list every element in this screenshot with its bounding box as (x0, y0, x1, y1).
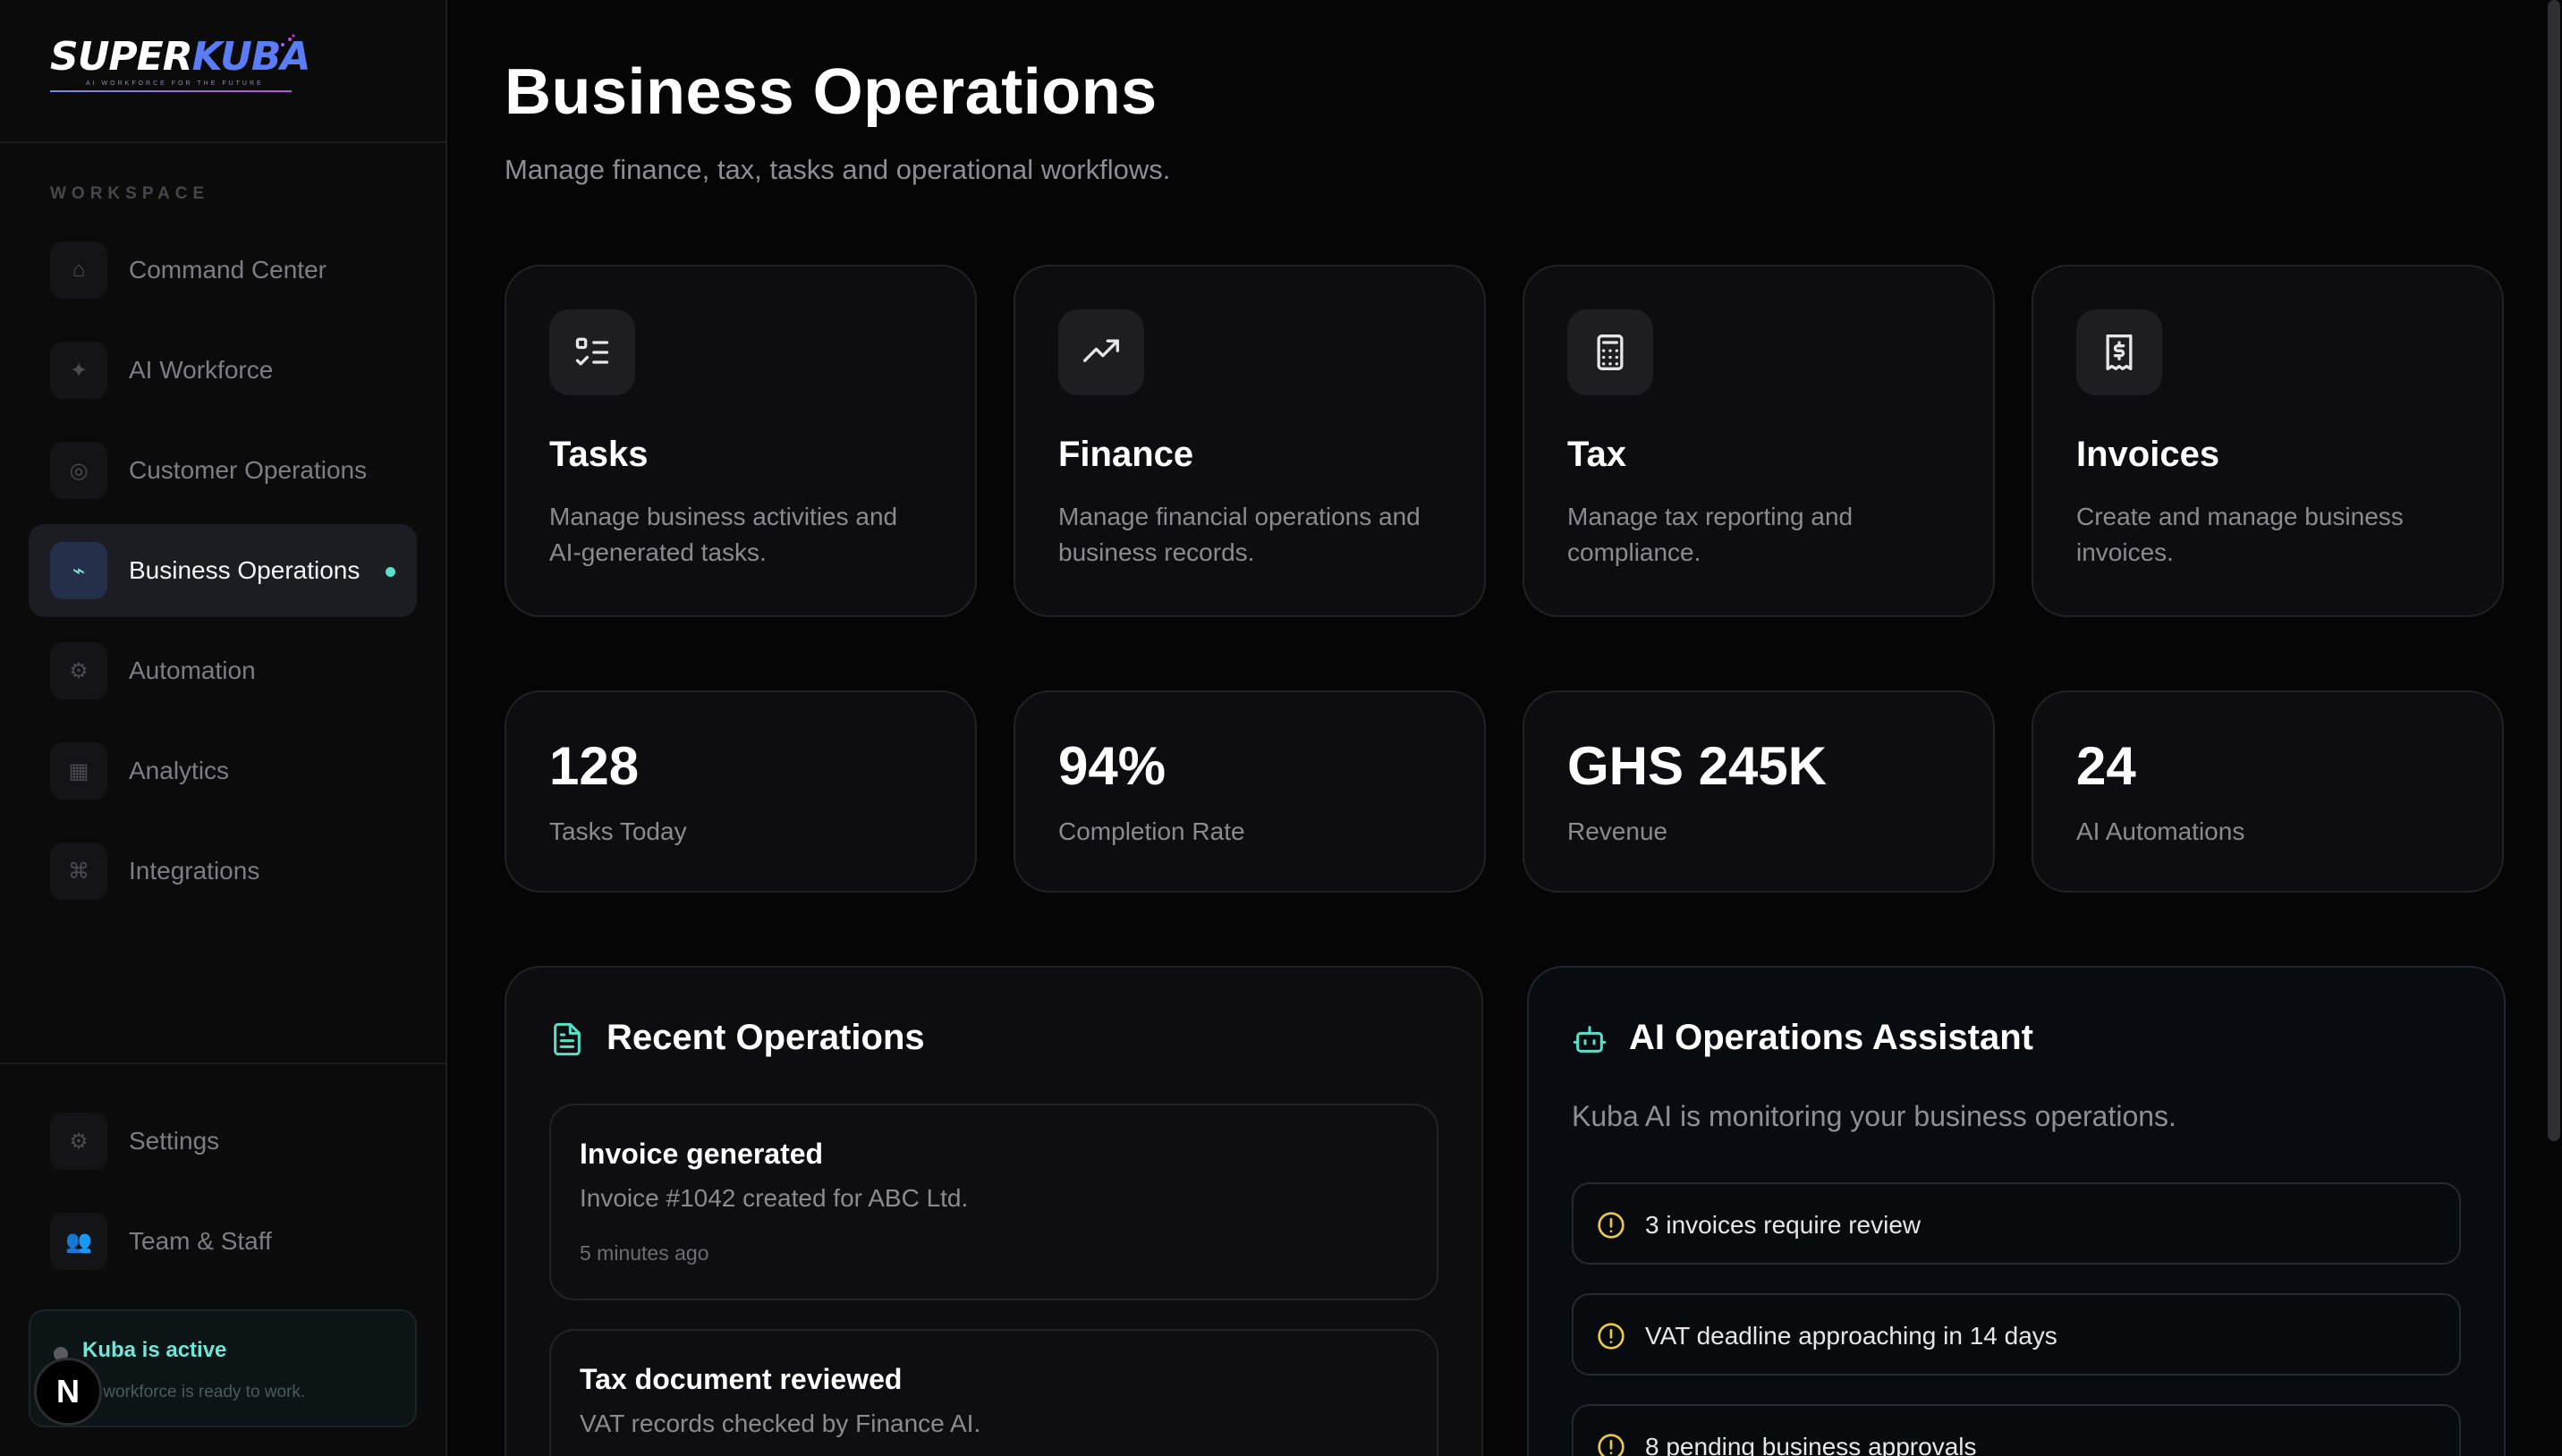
sidebar-item-label: AI Workforce (129, 356, 274, 384)
main-content: Business Operations Manage finance, tax,… (449, 0, 2546, 1456)
sidebar-item-label: Team & Staff (129, 1227, 272, 1255)
receipt-dollar-icon (2076, 309, 2162, 395)
sidebar-item-command-center[interactable]: ⌂ Command Center (29, 224, 417, 317)
alert-circle-icon (1598, 1434, 1625, 1456)
recent-operations-panel: Recent Operations Invoice generated Invo… (505, 966, 1483, 1456)
people-icon: 👥 (50, 1213, 107, 1270)
gear-icon: ⚙ (50, 1113, 107, 1170)
sidebar-item-team-staff[interactable]: 👥 Team & Staff (29, 1195, 417, 1288)
sidebar-divider (0, 1062, 447, 1064)
operation-title: Invoice generated (580, 1138, 824, 1170)
operation-description: VAT records checked by Finance AI. (580, 1409, 981, 1437)
operation-title: Tax document reviewed (580, 1363, 903, 1395)
calculator-icon (1567, 309, 1653, 395)
n-badge-button[interactable]: N (34, 1358, 102, 1426)
superkuba-logo[interactable]: SUPERKUBA (50, 36, 445, 79)
chart-icon: ▦ (50, 742, 107, 800)
active-indicator-dot (386, 567, 395, 577)
card-title: Tasks (549, 435, 649, 474)
logo-tagline: AI WORKFORCE FOR THE FUTURE (86, 80, 264, 87)
gear-icon: ⚙ (50, 642, 107, 699)
stat-completion-rate: 94% Completion Rate (1014, 690, 1486, 893)
sidebar-item-integrations[interactable]: ⌘ Integrations (29, 825, 417, 918)
command-icon: ⌘ (50, 842, 107, 900)
sidebar-item-label: Business Operations (129, 556, 361, 584)
status-title: Kuba is active (82, 1338, 227, 1362)
pulse-icon: ⌁ (50, 542, 107, 599)
trending-up-icon (1058, 309, 1144, 395)
card-description: Manage business activities and AI-genera… (549, 503, 898, 566)
alert-item[interactable]: 8 pending business approvals (1572, 1404, 2461, 1456)
card-title: Tax (1567, 435, 1626, 474)
sidebar-item-customer-operations[interactable]: ◎ Customer Operations (29, 424, 417, 517)
logo-spark-icon (274, 34, 295, 52)
page-subtitle: Manage finance, tax, tasks and operation… (505, 154, 1171, 185)
sidebar-item-label: Command Center (129, 256, 327, 284)
stat-tasks-today: 128 Tasks Today (505, 690, 977, 893)
invoices-card[interactable]: Invoices Create and manage business invo… (2032, 265, 2504, 617)
document-icon (554, 1022, 581, 1056)
stat-label: AI Automations (2076, 817, 2245, 845)
stat-value: 24 (2076, 736, 2136, 796)
sidebar-item-label: Analytics (129, 757, 230, 784)
card-title: Invoices (2076, 435, 2220, 474)
stat-revenue: GHS 245K Revenue (1523, 690, 1995, 893)
stat-value: 94% (1058, 736, 1166, 796)
card-description: Manage financial operations and business… (1058, 503, 1421, 566)
sidebar-bottom-nav: ⚙ Settings 👥 Team & Staff (29, 1095, 417, 1295)
ai-assistant-title: AI Operations Assistant (1629, 1018, 2033, 1057)
operation-item[interactable]: Invoice generated Invoice #1042 created … (549, 1104, 1438, 1300)
alert-text: 8 pending business approvals (1645, 1433, 1977, 1456)
sidebar-item-ai-workforce[interactable]: ✦ AI Workforce (29, 324, 417, 417)
stat-value: GHS 245K (1567, 736, 1828, 796)
stat-ai-automations: 24 AI Automations (2032, 690, 2504, 893)
home-icon: ⌂ (50, 241, 107, 299)
sidebar-item-label: Settings (129, 1127, 220, 1155)
alert-circle-icon (1598, 1212, 1625, 1239)
sidebar-item-automation[interactable]: ⚙ Automation (29, 624, 417, 717)
ai-assistant-panel: AI Operations Assistant Kuba AI is monit… (1527, 966, 2506, 1456)
sidebar-item-settings[interactable]: ⚙ Settings (29, 1095, 417, 1188)
page-title: Business Operations (505, 56, 1158, 128)
alert-text: VAT deadline approaching in 14 days (1645, 1322, 2057, 1350)
logo-underline (50, 90, 292, 92)
stat-label: Revenue (1567, 817, 1668, 845)
sidebar-item-label: Customer Operations (129, 456, 368, 484)
stat-label: Tasks Today (549, 817, 687, 845)
robot-icon (1573, 1026, 1607, 1053)
alert-item[interactable]: 3 invoices require review (1572, 1182, 2461, 1265)
status-subtitle: AI workforce is ready to work. (82, 1383, 306, 1401)
alert-item[interactable]: VAT deadline approaching in 14 days (1572, 1293, 2461, 1376)
operation-time: 5 minutes ago (580, 1241, 709, 1265)
operation-item[interactable]: Tax document reviewed VAT records checke… (549, 1329, 1438, 1456)
card-title: Finance (1058, 435, 1194, 474)
workspace-section-label: WORKSPACE (50, 184, 210, 203)
logo-area: SUPERKUBA AI WORKFORCE FOR THE FUTURE (0, 0, 445, 143)
sidebar-nav: ⌂ Command Center ✦ AI Workforce ◎ Customer Op… (29, 224, 417, 925)
card-description: Manage tax reporting and compliance. (1567, 503, 1854, 566)
tax-card[interactable]: Tax Manage tax reporting and compliance. (1523, 265, 1995, 617)
tasks-card[interactable]: Tasks Manage business activities and AI-… (505, 265, 977, 617)
recent-operations-title: Recent Operations (607, 1018, 925, 1057)
sidebar-item-label: Automation (129, 656, 256, 684)
stat-value: 128 (549, 736, 640, 796)
checklist-icon (549, 309, 635, 395)
sparkle-icon: ✦ (50, 342, 107, 399)
finance-card[interactable]: Finance Manage financial operations and … (1014, 265, 1486, 617)
alert-text: 3 invoices require review (1645, 1211, 1922, 1239)
sidebar-item-business-operations[interactable]: ⌁ Business Operations (29, 524, 417, 617)
card-description: Create and manage business invoices. (2076, 503, 2404, 566)
stat-label: Completion Rate (1058, 817, 1245, 845)
ai-assistant-subtitle: Kuba AI is monitoring your business oper… (1572, 1100, 2176, 1132)
sidebar-item-label: Integrations (129, 857, 260, 885)
sidebar: SUPERKUBA AI WORKFORCE FOR THE FUTURE WO… (0, 0, 447, 1456)
operation-description: Invoice #1042 created for ABC Ltd. (580, 1184, 969, 1212)
sidebar-item-analytics[interactable]: ▦ Analytics (29, 724, 417, 817)
target-icon: ◎ (50, 442, 107, 499)
alert-circle-icon (1598, 1323, 1625, 1350)
page-scrollbar[interactable] (2548, 0, 2560, 1141)
